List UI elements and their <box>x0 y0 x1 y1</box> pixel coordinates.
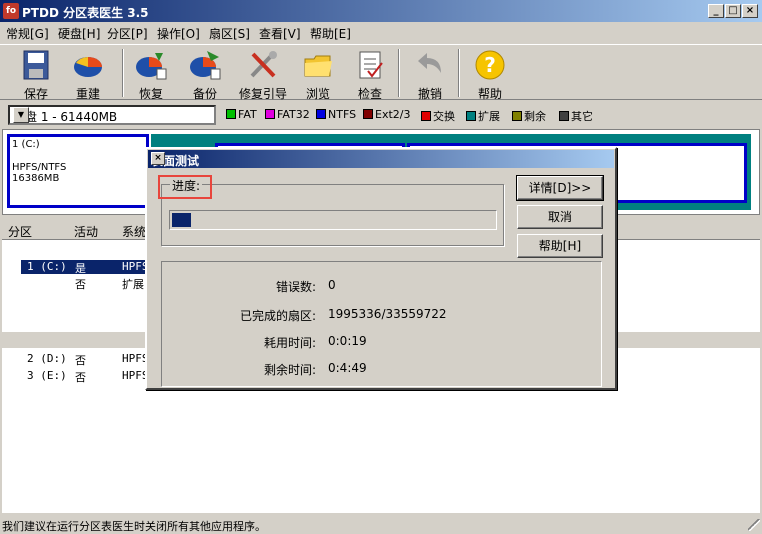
col-active[interactable]: 活动 <box>74 223 98 240</box>
menu-view[interactable]: 查看[V] <box>259 25 301 42</box>
check-label: 检查 <box>357 87 382 101</box>
menu-help[interactable]: 帮助[E] <box>310 25 351 42</box>
toolbar-separator <box>458 49 460 97</box>
table-row[interactable]: 1 (C:) 是 HPFS <box>21 260 149 275</box>
pie-rebuild-icon <box>72 49 104 81</box>
pie-restore-icon <box>135 49 167 81</box>
highlight-box <box>158 175 212 199</box>
legend-fat: FAT <box>226 108 257 122</box>
menu-operation[interactable]: 操作[O] <box>157 25 200 42</box>
remaining-value: 0:4:49 <box>328 361 367 375</box>
test-info-panel: 错误数: 0 已完成的扇区: 1995336/33559722 耗用时间: 0:… <box>161 261 602 387</box>
dialog-title-bar: 表面测试 × <box>148 150 614 168</box>
fix-boot-button[interactable]: 修复引导 <box>232 49 294 101</box>
errors-value: 0 <box>328 278 336 292</box>
status-bar: 我们建议在运行分区表医生时关闭所有其他应用程序。 <box>0 516 762 533</box>
app-logo-icon: fo <box>3 3 19 19</box>
partition-block-c[interactable]: 1 (C:) HPFS/NTFS 16386MB <box>7 134 149 208</box>
errors-label: 错误数: <box>275 280 316 294</box>
legend-other: 其它 <box>559 108 593 123</box>
restore-button[interactable]: 恢复 <box>127 49 175 101</box>
remaining-label: 剩余时间: <box>263 363 316 377</box>
browse-label: 浏览 <box>305 87 330 101</box>
save-label: 保存 <box>23 87 48 101</box>
help-icon: ? <box>474 49 506 81</box>
legend-fat32: FAT32 <box>265 108 310 122</box>
browse-button[interactable]: 浏览 <box>294 49 342 101</box>
col-partition[interactable]: 分区 <box>8 223 32 240</box>
folder-icon <box>302 49 334 81</box>
menu-general[interactable]: 常规[G] <box>6 25 49 42</box>
window-title: PTDD 分区表医生 3.5 <box>22 6 149 20</box>
partition-c-size: 16386MB <box>12 173 60 184</box>
toolbar-separator <box>122 49 124 97</box>
menu-partition[interactable]: 分区[P] <box>107 25 148 42</box>
legend-ntfs: NTFS <box>316 108 356 122</box>
dialog-close-button[interactable]: × <box>151 152 165 165</box>
svg-text:?: ? <box>484 53 496 77</box>
disk-select[interactable]: 硬盘 1 - 61440MB ▼ <box>8 105 216 125</box>
backup-button[interactable]: 备份 <box>181 49 229 101</box>
elapsed-value: 0:0:19 <box>328 334 367 348</box>
main-window: fo PTDD 分区表医生 3.5 _ □ × 常规[G] 硬盘[H] 分区[P… <box>0 0 762 533</box>
surface-test-dialog: 表面测试 × 进度: 详情[D]>> 取消 帮助[H] 错误数: 0 已完成的扇… <box>145 147 617 390</box>
cancel-button[interactable]: 取消 <box>517 205 603 229</box>
progress-bar <box>169 210 497 230</box>
toolbar: 保存 重建 恢复 备份 修复引导 浏览 检查 撤销 ? 帮助 <box>0 44 762 101</box>
menu-disk[interactable]: 硬盘[H] <box>58 25 100 42</box>
help-label: 帮助 <box>477 87 502 101</box>
chevron-down-icon[interactable]: ▼ <box>13 107 29 123</box>
partition-c-name: 1 (C:) <box>12 139 40 150</box>
details-button[interactable]: 详情[D]>> <box>516 175 604 201</box>
status-text: 我们建议在运行分区表医生时关闭所有其他应用程序。 <box>2 520 266 533</box>
legend-free: 剩余 <box>512 108 546 123</box>
rebuild-label: 重建 <box>75 87 100 101</box>
title-bar: fo PTDD 分区表医生 3.5 _ □ × <box>0 0 762 22</box>
save-button[interactable]: 保存 <box>12 49 60 101</box>
resize-grip-icon[interactable] <box>748 519 760 531</box>
disk-row: 硬盘 1 - 61440MB ▼ FAT FAT32 NTFS Ext2/3 交… <box>0 103 762 125</box>
help-button[interactable]: ? 帮助 <box>466 49 514 101</box>
undo-button[interactable]: 撤销 <box>406 49 454 101</box>
partition-c-fs: HPFS/NTFS <box>12 162 67 173</box>
undo-icon <box>414 49 446 81</box>
undo-label: 撤销 <box>417 87 442 101</box>
floppy-save-icon <box>20 49 52 81</box>
legend-swap: 交换 <box>421 108 455 123</box>
restore-label: 恢复 <box>138 87 163 101</box>
checklist-icon <box>354 49 386 81</box>
rebuild-button[interactable]: 重建 <box>64 49 112 101</box>
backup-label: 备份 <box>192 87 217 101</box>
progress-fill <box>172 213 192 227</box>
pie-backup-icon <box>189 49 221 81</box>
legend-ext: Ext2/3 <box>363 108 410 122</box>
fix-boot-label: 修复引导 <box>238 87 287 101</box>
menu-sector[interactable]: 扇区[S] <box>209 25 250 42</box>
maximize-button[interactable]: □ <box>725 4 741 18</box>
elapsed-label: 耗用时间: <box>263 336 316 350</box>
legend-extended: 扩展 <box>466 108 500 123</box>
minimize-button[interactable]: _ <box>708 4 724 18</box>
col-system[interactable]: 系统 <box>122 223 146 240</box>
sectors-done-value: 1995336/33559722 <box>328 307 447 321</box>
menu-bar: 常规[G] 硬盘[H] 分区[P] 操作[O] 扇区[S] 查看[V] 帮助[E… <box>0 22 762 42</box>
sectors-done-label: 已完成的扇区: <box>239 309 316 323</box>
toolbar-separator <box>398 49 400 97</box>
check-button[interactable]: 检查 <box>346 49 394 101</box>
dialog-help-button[interactable]: 帮助[H] <box>517 234 603 258</box>
close-button[interactable]: × <box>742 4 758 18</box>
tools-icon <box>247 49 279 81</box>
